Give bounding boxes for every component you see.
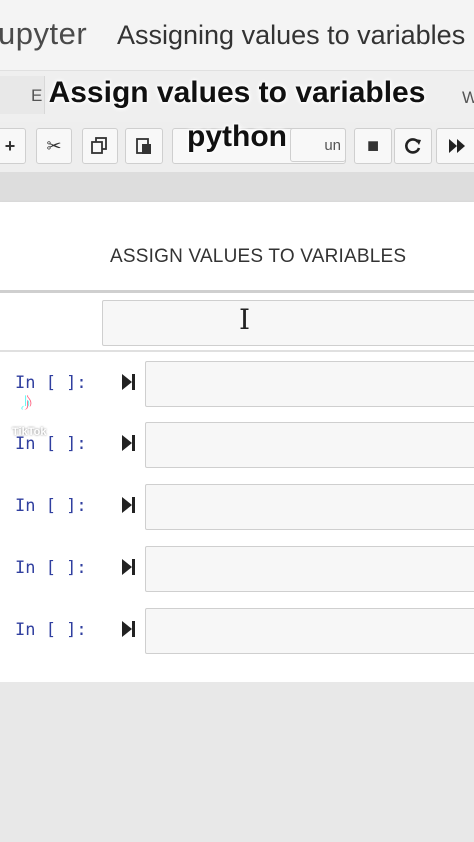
tiktok-watermark: ♪ TikTok — [4, 380, 94, 460]
page-background-bottom — [0, 682, 474, 842]
jupyter-logo[interactable]: upyter — [0, 16, 87, 52]
markdown-divider — [0, 290, 474, 293]
toolbar-shadow-band — [0, 172, 474, 204]
cell-prompt: In [ ]: — [15, 558, 87, 578]
cell-prompt: In [ ]: — [15, 496, 87, 516]
code-cell: In [ ]: — [0, 484, 474, 530]
tiktok-logo-icon: ♪ — [20, 386, 33, 416]
notebook-title[interactable]: Assigning values to variables — [117, 20, 465, 51]
run-cell-icon[interactable] — [121, 434, 137, 452]
run-cell-icon[interactable] — [121, 373, 137, 391]
text-cursor-icon: I — [239, 303, 251, 336]
code-input[interactable] — [145, 608, 474, 654]
run-cell-icon[interactable] — [121, 620, 137, 638]
run-cell-icon[interactable] — [121, 496, 137, 514]
code-input[interactable] — [145, 361, 474, 407]
run-cell-icon[interactable] — [121, 558, 137, 576]
markdown-edit-cell[interactable] — [102, 300, 474, 346]
code-input[interactable] — [145, 422, 474, 468]
cell-separator — [0, 350, 474, 352]
watermark-brand: TikTok — [12, 426, 47, 438]
video-caption-line1: Assign values to variables — [48, 76, 426, 109]
code-input[interactable] — [145, 546, 474, 592]
code-input[interactable] — [145, 484, 474, 530]
markdown-heading: ASSIGN VALUES TO VARIABLES — [110, 246, 407, 267]
video-caption-line2: python — [187, 120, 287, 153]
code-cell: In [ ]: — [0, 608, 474, 654]
jupyter-header: upyter Assigning values to variables — [0, 0, 474, 70]
code-cell: In [ ]: — [0, 546, 474, 592]
cell-prompt: In [ ]: — [15, 620, 87, 640]
